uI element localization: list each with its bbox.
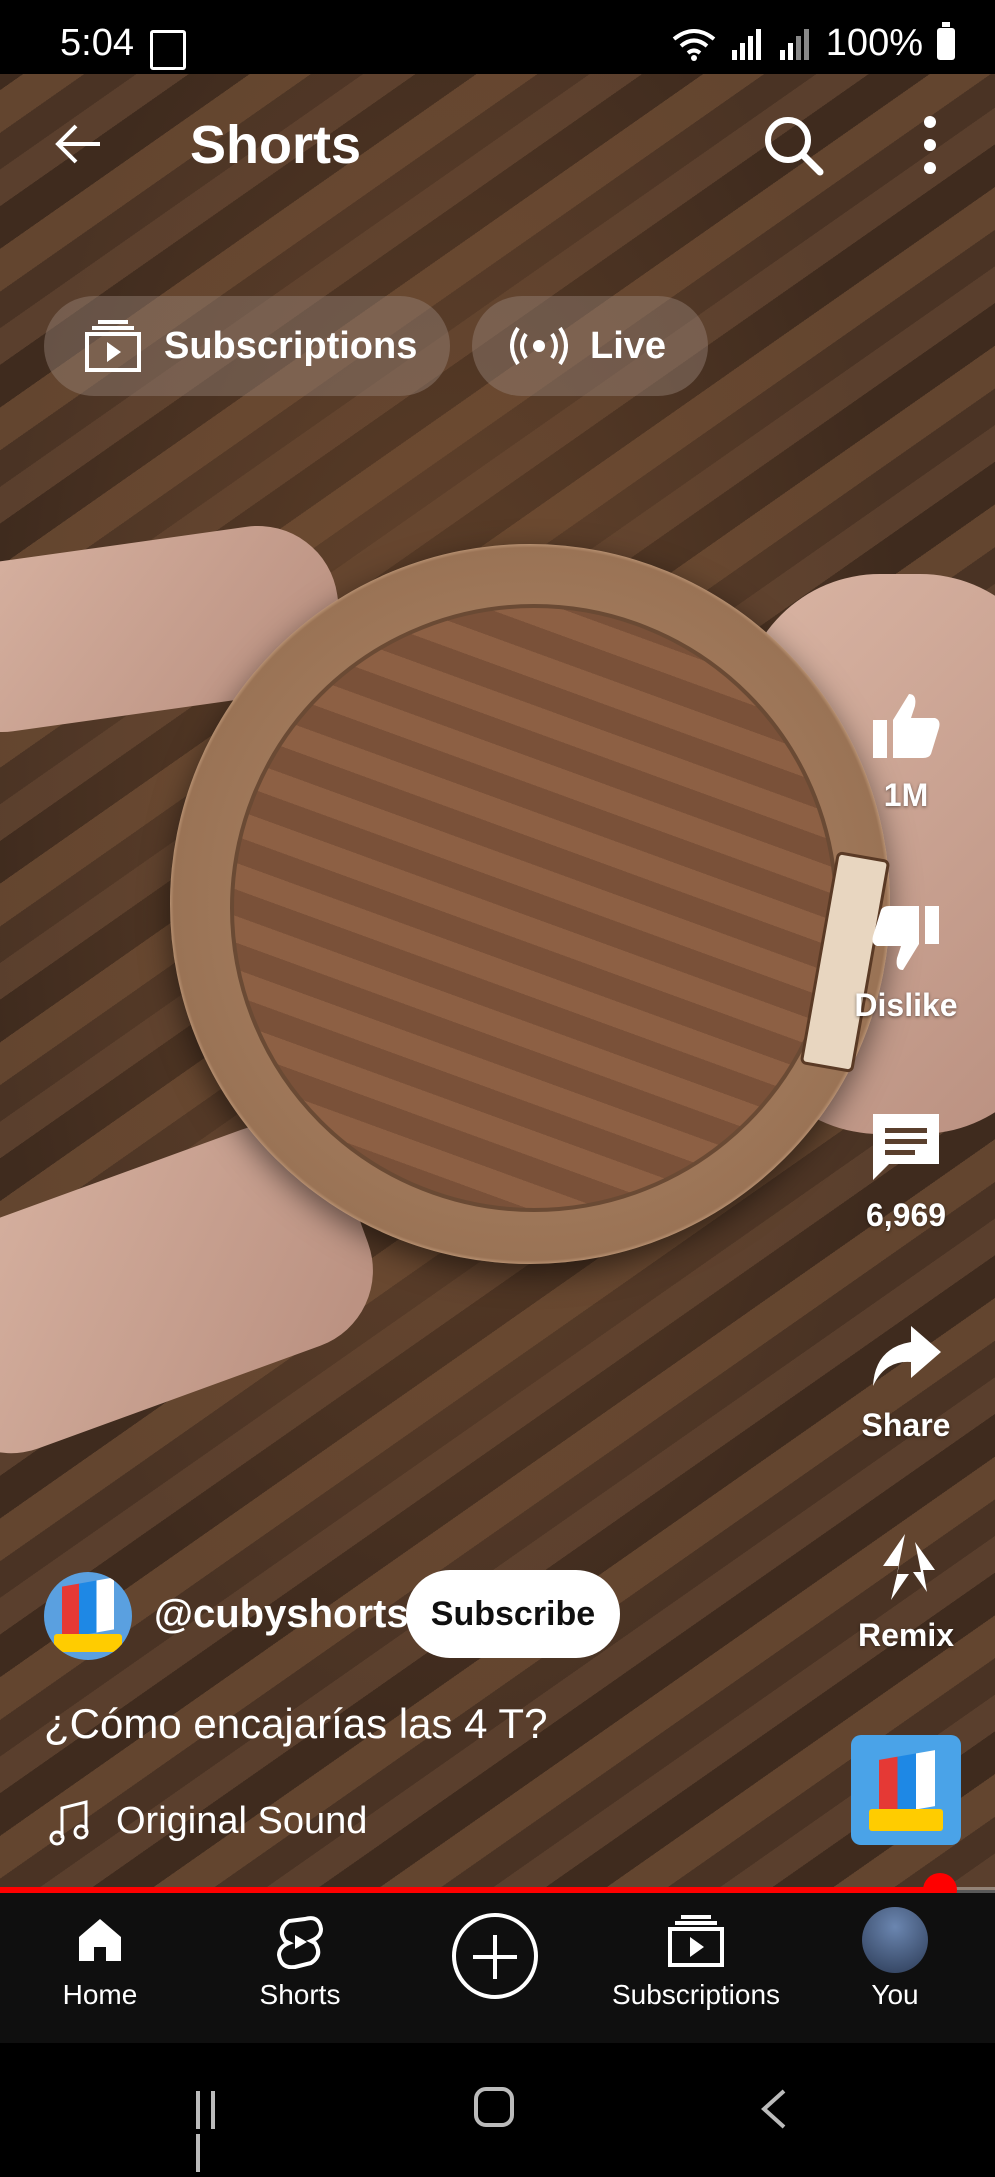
share-button[interactable]: Share [840, 1320, 972, 1444]
subscriptions-icon [85, 320, 141, 372]
sim-icon [150, 30, 186, 70]
comment-count: 6,969 [865, 1197, 947, 1233]
more-vert-icon[interactable] [910, 112, 950, 178]
chip-subscriptions[interactable]: Subscriptions [44, 296, 450, 396]
shorts-icon [276, 1916, 324, 1969]
home-system-icon[interactable] [474, 2087, 514, 2127]
comment-icon [873, 1114, 939, 1180]
subscribe-button[interactable]: Subscribe [406, 1570, 620, 1658]
status-icons: 100% [672, 21, 955, 65]
status-time: 5:04 [60, 22, 134, 64]
share-label: Share [861, 1407, 951, 1443]
thumb-down-icon [872, 906, 939, 970]
nav-shorts[interactable]: Shorts [240, 1893, 360, 2043]
back-arrow-icon[interactable] [48, 114, 108, 174]
search-icon[interactable] [760, 112, 826, 178]
nav-label: Shorts [259, 1979, 341, 2010]
nav-label: You [871, 1979, 919, 2010]
battery-percent: 100% [825, 22, 923, 64]
dislike-label: Dislike [854, 987, 958, 1023]
sound-thumbnail[interactable] [851, 1735, 961, 1845]
comments-button[interactable]: 6,969 [840, 1110, 972, 1234]
status-bar: 5:04 100% [0, 0, 995, 74]
channel-avatar[interactable] [44, 1572, 132, 1660]
signal-icon [731, 28, 761, 60]
nav-label: Home [62, 1979, 138, 2010]
like-count: 1M [883, 777, 929, 813]
video-caption[interactable]: ¿Cómo encajarías las 4 T? [44, 1700, 547, 1748]
dislike-button[interactable]: Dislike [840, 900, 972, 1024]
sound-label[interactable]: Original Sound [116, 1800, 367, 1843]
recents-icon[interactable] [196, 2091, 238, 2172]
music-note-icon [49, 1800, 89, 1846]
chip-live[interactable]: Live [472, 296, 708, 396]
like-button[interactable]: 1M [840, 690, 972, 814]
battery-icon [937, 21, 955, 60]
live-icon [510, 326, 568, 366]
nav-you[interactable]: You [845, 1893, 945, 2043]
subscriptions-icon [668, 1915, 724, 1967]
puzzle-image [170, 544, 891, 1264]
nav-label: Subscriptions [611, 1979, 781, 2010]
system-navigation [0, 2043, 995, 2172]
thumb-up-icon [873, 694, 940, 758]
back-system-icon[interactable] [758, 2087, 788, 2131]
home-icon [79, 1919, 121, 1961]
nav-subscriptions[interactable]: Subscriptions [600, 1893, 792, 2043]
wifi-icon [672, 28, 716, 61]
channel-name[interactable]: @cubyshorts [154, 1592, 409, 1637]
chip-label: Live [590, 324, 667, 367]
share-icon [873, 1326, 941, 1386]
signal-2-icon [779, 28, 809, 60]
remix-button[interactable]: Remix [840, 1530, 972, 1654]
chip-label: Subscriptions [164, 324, 418, 367]
nav-home[interactable]: Home [40, 1893, 160, 2043]
create-button[interactable] [452, 1913, 538, 1999]
top-app-bar: Shorts [0, 74, 995, 214]
remix-icon [883, 1534, 935, 1600]
page-title: Shorts [190, 115, 362, 175]
remix-label: Remix [857, 1617, 955, 1653]
bottom-navigation: Home Shorts Subscriptions You [0, 1893, 995, 2043]
